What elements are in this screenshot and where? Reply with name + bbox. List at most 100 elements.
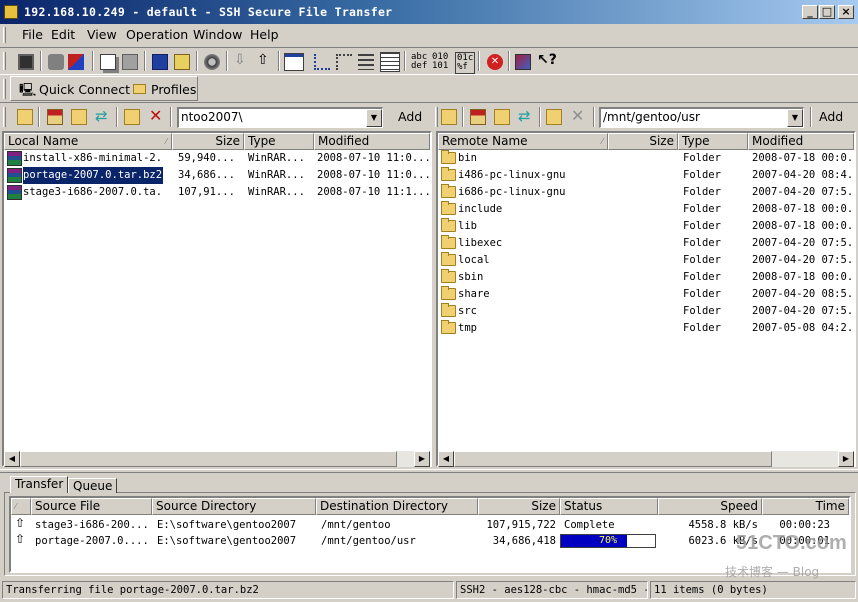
remote-col-name[interactable]: Remote Name ⁄ xyxy=(438,133,608,150)
remote-col-size[interactable]: Size xyxy=(608,133,678,150)
maximize-button[interactable]: □ xyxy=(819,5,835,19)
local-col-size[interactable]: Size xyxy=(172,133,244,150)
local-folder-up-icon[interactable] xyxy=(17,109,33,125)
remote-col-modified[interactable]: Modified xyxy=(748,133,854,150)
transfer-col-time[interactable]: Time xyxy=(762,498,849,515)
horizontal-splitter[interactable] xyxy=(0,469,858,473)
remote-file-row[interactable]: libexec Folder 2007-04-20 07:5... xyxy=(438,235,854,252)
title-bar[interactable]: 192.168.10.249 - default - SSH Secure Fi… xyxy=(0,0,858,24)
remote-file-row[interactable]: tmp Folder 2007-05-08 04:2... xyxy=(438,320,854,337)
menu-operation[interactable]: Operation xyxy=(126,27,188,43)
remote-file-row[interactable]: i486-pc-linux-gnu Folder 2007-04-20 08:4..… xyxy=(438,167,854,184)
toolbar-grip[interactable] xyxy=(3,79,6,99)
transfer-sort-icon[interactable]: ⁄ xyxy=(11,498,31,515)
transfer-col-dest-dir[interactable]: Destination Directory xyxy=(316,498,478,515)
scroll-right-icon[interactable]: ▶ xyxy=(838,451,854,467)
context-help-icon[interactable]: ↖? xyxy=(537,52,557,68)
local-file-list[interactable]: Local Name ⁄ Size Type Modified install-x… xyxy=(2,131,432,467)
remote-refresh-icon[interactable]: ⇄ xyxy=(518,107,531,125)
details-icon[interactable] xyxy=(380,52,400,72)
toolbar-grip[interactable] xyxy=(3,52,6,70)
scroll-thumb[interactable] xyxy=(454,451,772,467)
remote-path-combo[interactable]: /mnt/gentoo/usr ▼ xyxy=(599,107,804,128)
transfer-col-size[interactable]: Size xyxy=(478,498,560,515)
local-refresh-icon[interactable]: ⇄ xyxy=(95,107,108,125)
chevron-down-icon[interactable]: ▼ xyxy=(787,109,803,127)
list-icon[interactable] xyxy=(358,54,374,70)
transfer-row[interactable]: ⇧ stage3-i686-200... E:\software\gentoo200… xyxy=(11,516,849,533)
print-icon[interactable] xyxy=(48,54,64,70)
remote-file-row[interactable]: share Folder 2007-04-20 08:5... xyxy=(438,286,854,303)
view-toggle-icon[interactable] xyxy=(284,53,304,71)
remote-add-button[interactable]: Add xyxy=(819,109,843,124)
remote-file-row[interactable]: lib Folder 2008-07-18 00:0... xyxy=(438,218,854,235)
menu-file[interactable]: File xyxy=(22,27,43,43)
remote-file-row[interactable]: src Folder 2007-04-20 07:5... xyxy=(438,303,854,320)
remote-delete-icon[interactable]: ✕ xyxy=(571,106,584,125)
remote-home-icon[interactable] xyxy=(470,109,486,125)
tab-queue[interactable]: Queue xyxy=(68,478,118,493)
scroll-left-icon[interactable]: ◀ xyxy=(4,451,20,467)
new-terminal-icon[interactable] xyxy=(152,54,168,70)
scroll-thumb[interactable] xyxy=(20,451,397,467)
menu-edit[interactable]: Edit xyxy=(51,27,75,43)
download-icon[interactable]: ⇩ xyxy=(234,52,246,68)
local-col-name[interactable]: Local Name ⁄ xyxy=(4,133,172,150)
stop-icon[interactable]: ✕ xyxy=(487,54,503,70)
chevron-down-icon[interactable]: ▼ xyxy=(366,109,382,127)
disconnect-icon[interactable] xyxy=(68,54,84,70)
toolbar-grip[interactable] xyxy=(435,107,438,127)
transfer-row[interactable]: ⇧ portage-2007.0.... E:\software\gentoo200… xyxy=(11,532,849,549)
local-new-folder-icon[interactable] xyxy=(124,109,140,125)
remote-horizontal-scrollbar[interactable]: ◀ ▶ xyxy=(438,451,854,467)
profiles-button[interactable]: Profiles xyxy=(151,82,196,97)
copy-icon[interactable] xyxy=(100,54,116,70)
remote-file-row[interactable]: include Folder 2008-07-18 00:0... xyxy=(438,201,854,218)
menu-view[interactable]: View xyxy=(87,27,117,43)
local-file-row[interactable]: portage-2007.0.tar.bz2 34,686... WinRAR...… xyxy=(4,166,430,185)
transfer-col-status[interactable]: Status xyxy=(560,498,658,515)
transfer-col-source-file[interactable]: Source File xyxy=(31,498,152,515)
remote-file-row[interactable]: sbin Folder 2008-07-18 00:0... xyxy=(438,269,854,286)
tab-transfer[interactable]: Transfer xyxy=(10,476,69,493)
transfer-col-speed[interactable]: Speed xyxy=(658,498,762,515)
menu-window[interactable]: Window xyxy=(193,27,242,43)
minimize-button[interactable]: _ xyxy=(802,5,818,19)
remote-col-type[interactable]: Type xyxy=(678,133,748,150)
local-col-modified[interactable]: Modified xyxy=(314,133,430,150)
menu-grip[interactable] xyxy=(3,27,6,43)
remote-new-folder-icon[interactable] xyxy=(546,109,562,125)
transfer-col-source-dir[interactable]: Source Directory xyxy=(152,498,316,515)
remote-file-list[interactable]: Remote Name ⁄ Size Type Modified bin Folde… xyxy=(436,131,856,467)
auto-mode-icon[interactable]: 01c %f xyxy=(455,52,476,74)
paste-icon[interactable] xyxy=(122,54,138,70)
scroll-left-icon[interactable]: ◀ xyxy=(438,451,454,467)
remote-parent-folder-icon[interactable] xyxy=(494,109,510,125)
settings-icon[interactable] xyxy=(204,54,220,70)
local-file-row[interactable]: stage3-i686-2007.0.ta... 107,91... WinRAR.… xyxy=(4,184,430,201)
local-delete-icon[interactable]: ✕ xyxy=(149,106,162,125)
transfer-list[interactable]: ⁄ Source File Source Directory Destinati… xyxy=(9,496,851,573)
binary-mode-icon[interactable]: 010 101 xyxy=(432,53,448,71)
local-file-row[interactable]: install-x86-minimal-2... 59,940... WinRAR.… xyxy=(4,150,430,167)
ascii-mode-icon[interactable]: abc def xyxy=(411,53,427,71)
app-icon[interactable] xyxy=(4,5,18,19)
new-file-transfer-icon[interactable] xyxy=(174,54,190,70)
toolbar-grip[interactable] xyxy=(3,107,6,127)
local-path-combo[interactable]: ntoo2007\ ▼ xyxy=(177,107,383,128)
local-home-icon[interactable] xyxy=(47,109,63,125)
remote-file-row[interactable]: bin Folder 2008-07-18 00:0... xyxy=(438,150,854,167)
local-col-type[interactable]: Type xyxy=(244,133,314,150)
upload-icon[interactable]: ⇧ xyxy=(257,52,269,68)
close-button[interactable]: × xyxy=(838,5,854,19)
menu-help[interactable]: Help xyxy=(250,27,279,43)
quick-connect-button[interactable]: Quick Connect xyxy=(39,82,130,97)
small-icons-icon[interactable] xyxy=(336,54,352,70)
save-icon[interactable] xyxy=(18,54,34,70)
remote-file-row[interactable]: i686-pc-linux-gnu Folder 2007-04-20 07:5..… xyxy=(438,184,854,201)
remote-file-row[interactable]: local Folder 2007-04-20 07:5... xyxy=(438,252,854,269)
local-parent-folder-icon[interactable] xyxy=(71,109,87,125)
remote-folder-up-icon[interactable] xyxy=(441,109,457,125)
large-icons-icon[interactable] xyxy=(314,54,330,70)
local-horizontal-scrollbar[interactable]: ◀ ▶ xyxy=(4,451,430,467)
